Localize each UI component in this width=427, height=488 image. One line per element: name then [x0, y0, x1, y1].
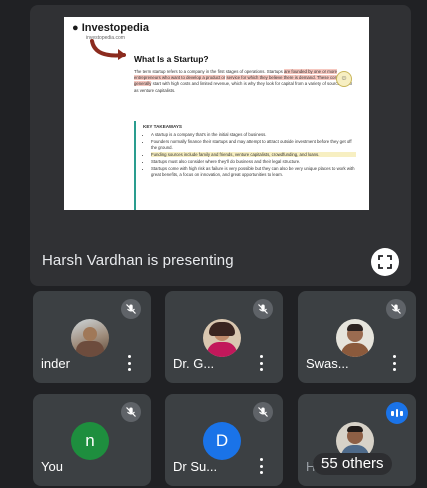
presenter-label: Harsh Vardhan is presenting	[42, 252, 234, 269]
more-options-icon[interactable]	[388, 355, 400, 371]
key-takeaways-box: KEY TAKEAWAYS A startup is a company tha…	[134, 121, 356, 210]
more-options-icon[interactable]	[255, 458, 267, 474]
mic-off-icon	[121, 402, 141, 422]
participant-name: Dr. G...	[173, 356, 215, 371]
takeaway-item: Funding sources include family and frien…	[151, 151, 356, 158]
mic-off-icon	[386, 299, 406, 319]
logo-text: Investopedia	[81, 22, 149, 34]
article-title: What Is a Startup?	[134, 54, 209, 64]
participant-tile[interactable]: D Dr Su...	[165, 394, 283, 486]
annotation-smiley-icon: ☺	[336, 71, 352, 87]
avatar	[336, 319, 374, 357]
shared-slide: ● Investopedia investopedia.com What Is …	[64, 17, 369, 210]
more-options-icon[interactable]	[255, 355, 267, 371]
avatar: n	[71, 422, 109, 460]
takeaways-title: KEY TAKEAWAYS	[143, 124, 182, 129]
mic-off-icon	[121, 299, 141, 319]
avatar-letter: D	[215, 431, 229, 450]
avatar-letter: n	[85, 431, 95, 450]
others-count-badge[interactable]: 55 others	[313, 453, 392, 475]
participant-name: inder	[41, 356, 70, 371]
curved-arrow-icon	[90, 39, 126, 60]
intro-line-4: start with high costs and limited revenu…	[152, 81, 294, 87]
takeaways-list: A startup is a company that's in the ini…	[143, 132, 356, 177]
investopedia-logo: ● Investopedia	[72, 22, 149, 34]
takeaway-item: Startups come with high risk as failure …	[151, 166, 356, 177]
intro-line-1: The term startup refers to a company in …	[134, 69, 283, 74]
avatar	[71, 319, 109, 357]
participant-name: Dr Su...	[173, 459, 218, 474]
participant-tile[interactable]: Dr. G...	[165, 291, 283, 383]
participant-name: Swas...	[306, 356, 349, 371]
fullscreen-button[interactable]	[371, 248, 399, 276]
speaking-indicator-icon	[386, 402, 408, 424]
fullscreen-icon	[378, 255, 392, 269]
article-intro: The term startup refers to a company in …	[134, 69, 354, 94]
avatar	[203, 319, 241, 357]
presentation-stage: ● Investopedia investopedia.com What Is …	[30, 5, 411, 286]
takeaway-item: Startups must also consider where they'l…	[151, 159, 356, 165]
logo-mark-icon: ●	[72, 22, 79, 34]
takeaway-item: A startup is a company that's in the ini…	[151, 132, 356, 138]
mic-off-icon	[253, 299, 273, 319]
avatar: D	[203, 422, 241, 460]
more-options-icon[interactable]	[123, 355, 135, 371]
participant-name: You	[41, 459, 63, 474]
participant-tile[interactable]: Swas...	[298, 291, 416, 383]
participant-tile-self[interactable]: n You	[33, 394, 151, 486]
takeaway-item: Founders normally finance their startups…	[151, 139, 356, 150]
mic-off-icon	[253, 402, 273, 422]
participant-tile[interactable]: inder	[33, 291, 151, 383]
